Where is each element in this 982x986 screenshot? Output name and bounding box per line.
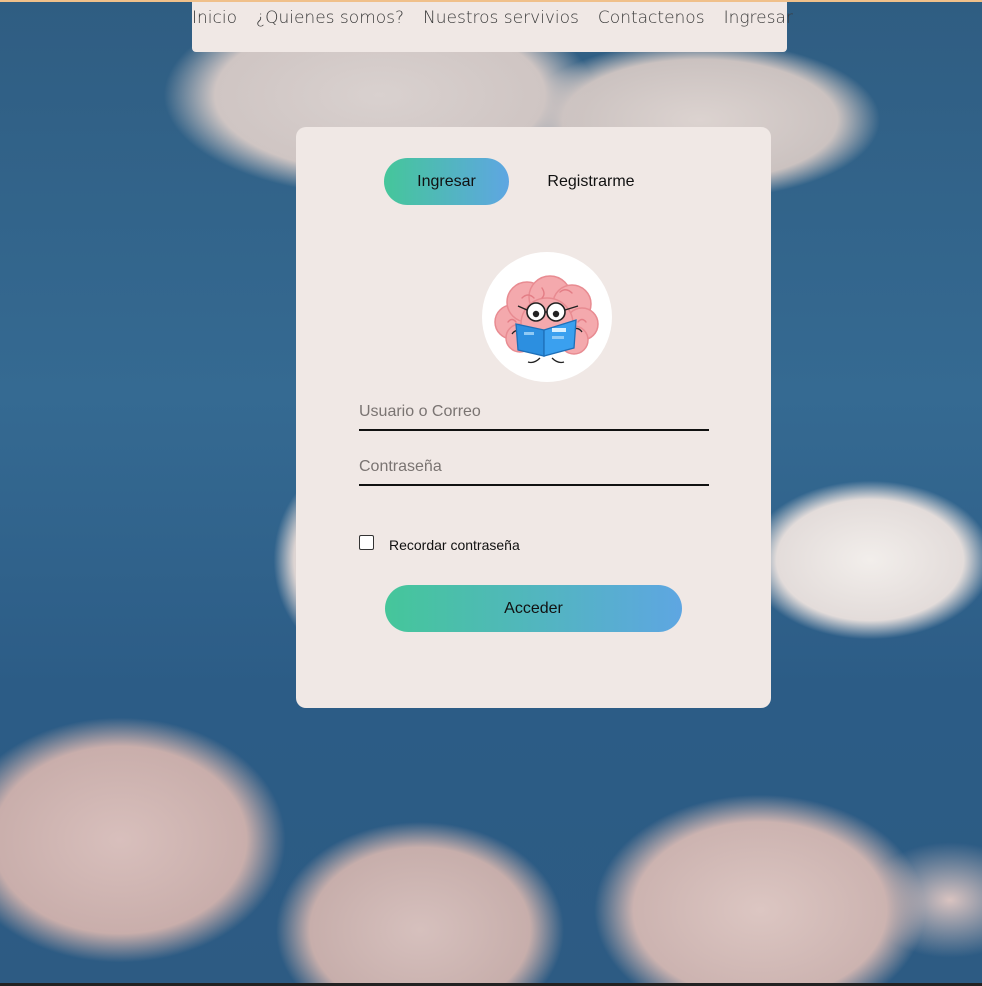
- username-input[interactable]: [359, 395, 709, 429]
- tab-registrarme[interactable]: Registrarme: [521, 158, 661, 205]
- login-card: Ingresar Registrarme Usuario o Correo Re…: [296, 127, 771, 708]
- nav-link-inicio[interactable]: Inicio: [192, 8, 237, 28]
- nav-link-ingresar[interactable]: Ingresar: [724, 8, 793, 28]
- tab-ingresar-label: Ingresar: [417, 172, 476, 190]
- remember-password-row: Recordar contraseña: [359, 531, 520, 553]
- remember-password-checkbox[interactable]: [359, 534, 374, 550]
- brain-reading-book-icon: [482, 252, 612, 382]
- submit-button-label: Acceder: [504, 599, 563, 617]
- tab-ingresar[interactable]: Ingresar: [384, 158, 509, 205]
- remember-password-label: Recordar contraseña: [389, 537, 520, 553]
- submit-button[interactable]: Acceder: [385, 585, 682, 632]
- tab-registrarme-label: Registrarme: [547, 172, 635, 190]
- password-field-wrapper: [359, 450, 709, 486]
- password-input[interactable]: [359, 450, 709, 484]
- username-field-wrapper: [359, 395, 709, 431]
- top-navigation: Inicio ¿Quienes somos? Nuestros servivio…: [192, 2, 793, 52]
- nav-link-contactenos[interactable]: Contactenos: [598, 8, 705, 28]
- nav-link-quienes-somos[interactable]: ¿Quienes somos?: [256, 8, 404, 28]
- nav-link-servicios[interactable]: Nuestros servivios: [423, 8, 579, 28]
